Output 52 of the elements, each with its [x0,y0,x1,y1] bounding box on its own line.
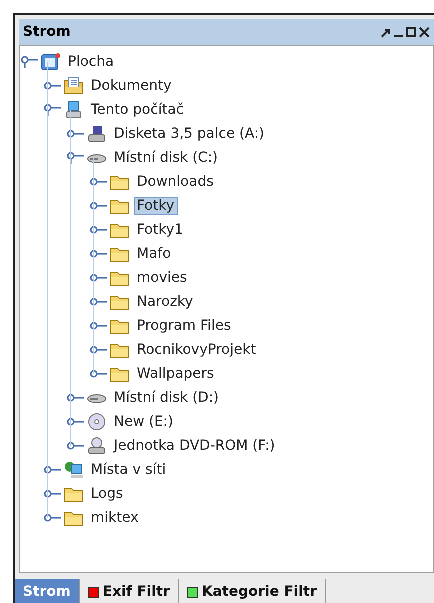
collapsed-handle-icon[interactable] [89,200,108,212]
collapsed-handle-icon[interactable] [89,296,108,308]
tree-item[interactable]: Plocha [65,53,118,71]
tree-item[interactable]: Dokumenty [88,77,175,95]
panel-title: Strom [23,24,72,40]
collapsed-handle-icon[interactable] [89,272,108,284]
documents-folder-icon [64,77,84,95]
collapsed-handle-icon[interactable] [66,128,85,140]
collapsed-handle-icon[interactable] [66,440,85,452]
collapsed-handle-icon[interactable] [43,80,62,92]
collapsed-handle-icon[interactable] [89,320,108,332]
tree-item[interactable]: movies [134,269,190,287]
collapsed-handle-icon[interactable] [43,464,62,476]
tree-item[interactable]: New (E:) [111,413,176,431]
dvd-drive-icon [87,437,107,455]
collapsed-handle-icon[interactable] [89,224,108,236]
collapsed-handle-icon[interactable] [43,488,62,500]
tree-item[interactable]: Jednotka DVD-ROM (F:) [111,437,278,455]
expanded-handle-icon[interactable] [43,104,62,116]
collapsed-handle-icon[interactable] [89,176,108,188]
collapsed-handle-icon[interactable] [66,392,85,404]
tree-item[interactable]: Narozky [134,293,196,311]
tree-item[interactable]: Místa v síti [88,461,170,479]
collapsed-handle-icon[interactable] [43,512,62,524]
collapsed-handle-icon[interactable] [89,248,108,260]
collapsed-handle-icon[interactable] [66,416,85,428]
tree-item[interactable]: Fotky1 [134,221,186,239]
expanded-handle-icon[interactable] [20,56,39,68]
tree-item[interactable]: Wallpapers [134,365,218,383]
computer-icon [64,101,84,119]
collapsed-handle-icon[interactable] [89,344,108,356]
tree-item[interactable]: Program Files [134,317,234,335]
expanded-handle-icon[interactable] [66,152,85,164]
cd-icon [87,413,107,431]
desktop-icon [41,53,61,71]
tree-item[interactable]: Místní disk (C:) [111,149,222,167]
maximize-icon[interactable] [406,26,417,38]
tab[interactable]: Strom [15,579,80,603]
close-icon[interactable] [419,26,430,38]
tree-item[interactable]: Mafo [134,245,174,263]
tree-item[interactable]: Logs [88,485,126,503]
tree-item[interactable]: Disketa 3,5 palce (A:) [111,125,268,143]
tree-item[interactable]: Místní disk (D:) [111,389,222,407]
floppy-drive-icon [87,125,107,143]
tree-item[interactable]: Downloads [134,173,217,191]
tree-item[interactable]: miktex [88,509,142,527]
undock-icon[interactable] [380,26,391,38]
network-computer-icon [64,461,84,479]
collapsed-handle-icon[interactable] [89,368,108,380]
tree-item[interactable]: RocnikovyProjekt [134,341,260,359]
tree-item[interactable]: Tento počítač [88,101,187,119]
tree-item[interactable]: Fotky [134,197,178,215]
